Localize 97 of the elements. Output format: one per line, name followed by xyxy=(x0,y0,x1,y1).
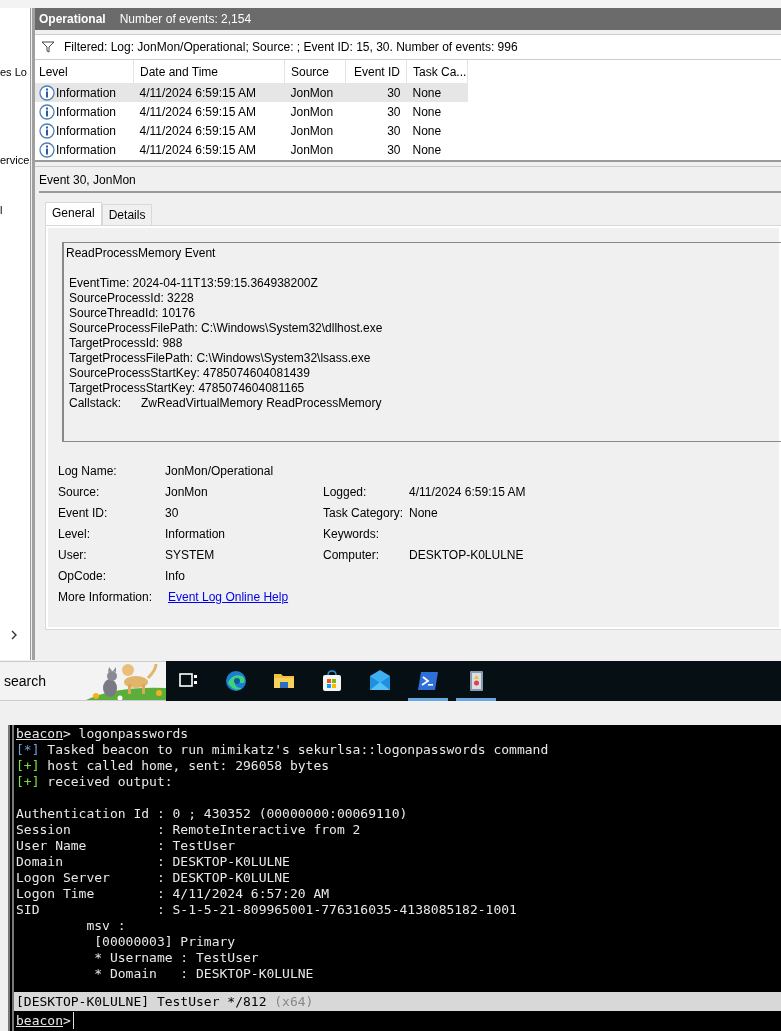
browser-icon xyxy=(224,669,248,693)
field-value: None xyxy=(409,505,438,520)
status-marker: [+] xyxy=(16,758,40,773)
table-cell: None xyxy=(412,142,442,157)
sidebar-item[interactable]: ervice xyxy=(0,154,30,166)
scroll-right-icon[interactable] xyxy=(10,630,18,640)
field-label: Computer: xyxy=(323,547,380,562)
table-cell: 30 xyxy=(387,85,401,100)
command-prompt-icon xyxy=(416,669,440,693)
event-title: Event 30, JonMon xyxy=(39,171,781,193)
field-label: Level: xyxy=(58,526,91,541)
field-label: OpCode: xyxy=(58,568,107,583)
table-row[interactable]: Information 4/11/2024 6:59:15 AM JonMon 30 None xyxy=(35,140,468,159)
output-line: msv : xyxy=(85,918,126,933)
field-value: JonMon/Operational xyxy=(165,463,274,478)
output-line: * Domain : DESKTOP-K0LULNE xyxy=(93,966,314,981)
table-cell: 4/11/2024 6:59:15 AM xyxy=(139,85,257,100)
table-cell: 30 xyxy=(387,123,401,138)
description-line: TargetProcessStartKey: 4785074604081165 xyxy=(68,381,306,396)
field-label: User: xyxy=(58,547,87,562)
table-cell: 30 xyxy=(387,104,401,119)
mail-icon xyxy=(368,669,392,693)
description-line: Callstack: ZwReadVirtualMemory ReadProcessMemory xyxy=(68,396,383,411)
description-line: SourceProcessFilePath: C:\Windows\System32\dllhost.exe xyxy=(68,321,384,336)
field-label: Event ID: xyxy=(58,505,108,520)
field-value: SYSTEM xyxy=(165,547,215,562)
table-cell: Information xyxy=(56,123,117,138)
prompt-label: beacon xyxy=(16,726,63,741)
command-text: > logonpasswords xyxy=(62,726,189,741)
description-line: SourceProcessId: 3228 xyxy=(68,291,195,306)
field-label: More Information: xyxy=(58,589,153,604)
field-value: DESKTOP-K0LULNE xyxy=(409,547,524,562)
output-line: Domain : DESKTOP-K0LULNE xyxy=(16,854,290,869)
info-icon xyxy=(39,103,55,120)
tab[interactable]: Details xyxy=(101,204,153,225)
command-input[interactable]: beacon> xyxy=(14,1011,781,1030)
field-value: 4/11/2024 6:59:15 AM xyxy=(409,484,526,499)
output-line: * Username : TestUser xyxy=(93,950,259,965)
output-line: Session : RemoteInteractive from 2 xyxy=(16,822,361,837)
output-line: received output: xyxy=(46,774,173,789)
field-value: Information xyxy=(165,526,226,541)
table-cell: 4/11/2024 6:59:15 AM xyxy=(139,123,257,138)
field-value: Info xyxy=(165,568,185,583)
output-line: SID : S-1-5-21-809965001-776316035-4138085182-1001 xyxy=(16,902,517,917)
description-line: SourceThreadId: 10176 xyxy=(68,306,197,321)
tab[interactable]: General xyxy=(45,202,102,225)
table-cell: None xyxy=(412,85,442,100)
log-title: Operational xyxy=(39,12,106,26)
table-row[interactable]: Information 4/11/2024 6:59:15 AM JonMon 30 None xyxy=(35,102,468,121)
output-line: Authentication Id : 0 ; 430352 (00000000:00069110) xyxy=(16,806,408,821)
search-field[interactable]: search xyxy=(0,661,166,701)
output-line: [00000003] Primary xyxy=(93,934,236,949)
filter-text: Filtered: Log: JonMon/Operational; Source: ; Event ID: 15, 30. Number of events: 996 xyxy=(64,40,518,54)
status-marker: [+] xyxy=(16,774,40,789)
info-icon xyxy=(39,84,55,101)
field-value: JonMon xyxy=(165,484,208,499)
description-line: ReadProcessMemory Event xyxy=(66,246,217,261)
sidebar-item[interactable]: l xyxy=(0,204,3,216)
help-link[interactable]: Event Log Online Help xyxy=(168,589,289,604)
status-marker: [*] xyxy=(16,742,40,757)
description-line: TargetProcessId: 988 xyxy=(68,336,184,351)
field-label: Logged: xyxy=(323,484,367,499)
table-cell: None xyxy=(412,123,442,138)
table-cell: 30 xyxy=(387,142,401,157)
field-label: Keywords: xyxy=(323,526,380,541)
architecture-label: (x64) xyxy=(274,994,314,1009)
event-count: Number of events: 2,154 xyxy=(119,12,252,26)
field-label: Log Name: xyxy=(58,463,117,478)
output-line: User Name : TestUser xyxy=(16,838,236,853)
table-row[interactable]: Information 4/11/2024 6:59:15 AM JonMon 30 None xyxy=(35,121,468,140)
description-line: SourceProcessStartKey: 4785074604081439 xyxy=(68,366,311,381)
field-label: Task Category: xyxy=(323,505,404,520)
sidebar-item[interactable]: es Lo xyxy=(0,66,27,78)
table-cell: JonMon xyxy=(290,142,334,157)
description-line: TargetProcessFilePath: C:\Windows\System32\lsass.exe xyxy=(68,351,372,366)
table-cell: 4/11/2024 6:59:15 AM xyxy=(139,142,257,157)
info-icon xyxy=(39,122,55,139)
table-cell: Information xyxy=(56,85,117,100)
table-cell: JonMon xyxy=(290,85,334,100)
output-line: Logon Server : DESKTOP-K0LULNE xyxy=(16,870,290,885)
table-cell: JonMon xyxy=(290,104,334,119)
output-line: host called home, sent: 296058 bytes xyxy=(46,758,330,773)
table-cell: JonMon xyxy=(290,123,334,138)
session-info: [DESKTOP-K0LULNE] TestUser */812 xyxy=(16,994,267,1009)
output-line: Tasked beacon to run mimikatz's sekurlsa::logonpasswords command xyxy=(46,742,549,757)
table-cell: None xyxy=(412,104,442,119)
table-row[interactable]: Information 4/11/2024 6:59:15 AM JonMon 30 None xyxy=(35,83,468,102)
info-icon xyxy=(39,141,55,158)
table-cell: Information xyxy=(56,104,117,119)
description-line: EventTime: 2024-04-11T13:59:15.364938200Z xyxy=(68,276,319,291)
output-line: Logon Time : 4/11/2024 6:57:20 AM xyxy=(16,886,330,901)
field-label: Source: xyxy=(58,484,100,499)
table-cell: Information xyxy=(56,142,117,157)
store-icon xyxy=(320,669,344,693)
filter-icon xyxy=(41,41,55,53)
table-cell: 4/11/2024 6:59:15 AM xyxy=(139,104,257,119)
field-value: 30 xyxy=(165,505,179,520)
